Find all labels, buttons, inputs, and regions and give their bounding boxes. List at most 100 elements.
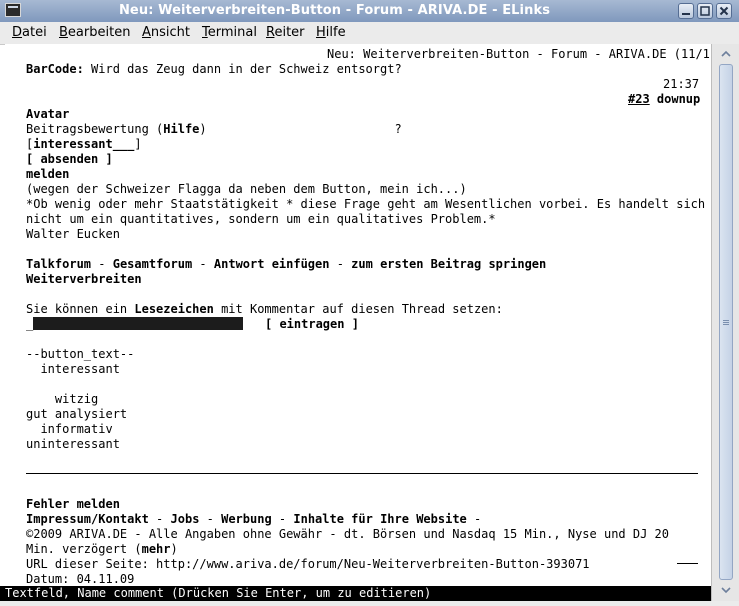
menu-bearbeiten-mnemonic: B: [59, 25, 68, 40]
bookmark-suffix: mit Kommentar auf diesen Thread setzen:: [213, 302, 503, 316]
footer-separator: -: [271, 512, 294, 526]
document-title: Neu: Weiterverbreiten-Button - Forum - A…: [327, 47, 725, 61]
copyright-mehr-link[interactable]: mehr: [142, 542, 171, 556]
rating-prefix: Beitragsbewertung (: [26, 122, 164, 136]
avatar-link[interactable]: Avatar: [26, 107, 69, 122]
post-time: 21:37: [663, 77, 700, 91]
maximize-button[interactable]: [697, 3, 713, 19]
page-date-line: Datum: 04.11.09: [26, 572, 135, 586]
scroll-down-button[interactable]: [718, 582, 734, 598]
page-url-line: URL dieser Seite: http://www.ariva.de/fo…: [26, 557, 590, 571]
menu-reiter-rest: eiter: [274, 25, 305, 40]
close-button[interactable]: [716, 3, 732, 19]
barcode-line: BarCode: Wird das Zeug dann in der Schwe…: [26, 62, 402, 77]
button-text-label: --button_text--: [26, 347, 135, 361]
link-underline-fragment: [677, 563, 698, 564]
scroll-thumb[interactable]: [719, 64, 733, 580]
footer-links: Impressum/Kontakt - Jobs - Werbung - Inh…: [26, 512, 481, 527]
menu-ansicht-mnemonic: A: [142, 25, 151, 40]
menubar: Datei Bearbeiten Ansicht Terminal Reiter…: [0, 22, 739, 45]
fehler-melden-label: Fehler melden: [26, 497, 120, 511]
bookmark-link[interactable]: Lesezeichen: [134, 302, 213, 316]
option-interessant: interessant: [26, 362, 120, 376]
fehler-melden-link[interactable]: Fehler melden: [26, 497, 120, 512]
footer-impressum-link[interactable]: Impressum/Kontakt: [26, 512, 149, 526]
footer-jobs-link[interactable]: Jobs: [171, 512, 200, 526]
nav-separator: -: [91, 257, 113, 271]
menu-ansicht[interactable]: Ansicht: [142, 25, 190, 40]
comment-input[interactable]: [33, 317, 243, 330]
submit-rating-button[interactable]: [ absenden ]: [26, 152, 113, 167]
footer-separator: -: [199, 512, 222, 526]
nav-separator: -: [329, 257, 352, 271]
barcode-text: Wird das Zeug dann in der Schweiz entsor…: [83, 62, 402, 76]
menu-bearbeiten[interactable]: Bearbeiten: [59, 25, 130, 40]
menu-datei[interactable]: Datei: [12, 25, 47, 40]
arrow-down-icon: [721, 587, 731, 594]
page-content: Neu: Weiterverbreiten-Button - Forum - A…: [5, 44, 724, 586]
nav-gesamtforum-link[interactable]: Gesamtforum: [113, 257, 192, 271]
option-gut-analysiert: gut analysiert: [26, 407, 128, 421]
post-header: #23 downup: [628, 92, 700, 107]
rating-select-value: interessant___: [33, 137, 135, 151]
menu-bearbeiten-rest: earbeiten: [67, 25, 131, 40]
nav-separator: -: [192, 257, 214, 271]
bookmark-line: Sie können ein Lesezeichen mit Kommentar…: [26, 302, 503, 317]
minimize-icon: [682, 13, 690, 15]
submit-rating-label: [ absenden ]: [26, 152, 113, 166]
copyright-prefix: Min. verzögert (: [26, 542, 142, 556]
nav-weiterverbreiten-label: Weiterverbreiten: [26, 272, 142, 286]
menu-hilfe[interactable]: Hilfe: [316, 25, 346, 40]
eintragen-label: [ eintragen ]: [265, 317, 359, 331]
barcode-label[interactable]: BarCode:: [26, 62, 84, 76]
close-icon: [719, 6, 729, 16]
post-number-link[interactable]: #23: [628, 92, 650, 106]
menu-datei-mnemonic: D: [12, 25, 23, 40]
avatar-label: Avatar: [26, 107, 70, 121]
report-link-label: melden: [26, 167, 70, 181]
footer-inhalte-link[interactable]: Inhalte für Ihre Website: [293, 512, 466, 526]
rating-select[interactable]: [interessant___]: [26, 137, 142, 152]
rating-help-link[interactable]: Hilfe: [163, 122, 199, 136]
menu-hilfe-mnemonic: H: [316, 25, 326, 40]
nav-antwort-link[interactable]: Antwort einfügen: [214, 257, 330, 271]
menu-reiter[interactable]: Reiter: [266, 25, 305, 40]
option-uninteressant: uninteressant: [26, 437, 120, 451]
menu-terminal-rest: erminal: [207, 25, 257, 40]
nav-talkforum-link[interactable]: Talkforum: [26, 257, 91, 271]
footer-trail: -: [466, 512, 482, 526]
vertical-scrollbar[interactable]: [711, 44, 739, 601]
window-title: Neu: Weiterverbreiten-Button - Forum - A…: [118, 3, 551, 18]
post-body-line-1: (wegen der Schweizer Flagga da neben dem…: [26, 182, 467, 196]
copyright-line-2: Min. verzögert (mehr): [26, 542, 178, 557]
horizontal-divider: [26, 473, 698, 474]
scroll-up-button[interactable]: [718, 46, 734, 62]
report-link[interactable]: melden: [26, 167, 69, 182]
maximize-icon: [700, 6, 710, 16]
rating-select-close: ]: [134, 137, 142, 151]
copyright-line-1: ©2009 ARIVA.DE - Alle Angaben ohne Gewäh…: [26, 527, 669, 541]
eintragen-button[interactable]: [ eintragen ]: [265, 317, 359, 332]
option-informativ: informativ: [26, 422, 113, 436]
post-body-line-2: *Ob wenig oder mehr Staatstätigkeit * di…: [26, 197, 706, 211]
window-titlebar: Neu: Weiterverbreiten-Button - Forum - A…: [0, 0, 739, 23]
nav-weiterverbreiten-link[interactable]: Weiterverbreiten: [26, 272, 142, 287]
footer-separator: -: [148, 512, 171, 526]
arrow-up-icon: [721, 50, 731, 57]
option-witzig: witzig: [26, 392, 99, 406]
minimize-button[interactable]: [678, 3, 694, 19]
window-bottom-border: [0, 601, 739, 606]
nav-erster-beitrag-link[interactable]: zum ersten Beitrag springen: [351, 257, 546, 271]
scroll-grip-icon: [723, 320, 729, 321]
post-downup-links[interactable]: downup: [650, 92, 700, 106]
forum-nav: Talkforum - Gesamtforum - Antwort einfüg…: [26, 257, 546, 272]
menu-datei-rest: atei: [22, 25, 47, 40]
bookmark-prefix: Sie können ein: [26, 302, 135, 316]
footer-werbung-link[interactable]: Werbung: [221, 512, 272, 526]
menu-terminal[interactable]: Terminal: [202, 25, 257, 40]
menu-hilfe-rest: ilfe: [325, 25, 346, 40]
rating-line: Beitragsbewertung (Hilfe) ?: [26, 122, 402, 137]
status-text: Textfeld, Name comment (Drücken Sie Ente…: [5, 586, 432, 600]
copyright-suffix: ): [170, 542, 178, 556]
rating-suffix: ) ?: [199, 122, 402, 136]
